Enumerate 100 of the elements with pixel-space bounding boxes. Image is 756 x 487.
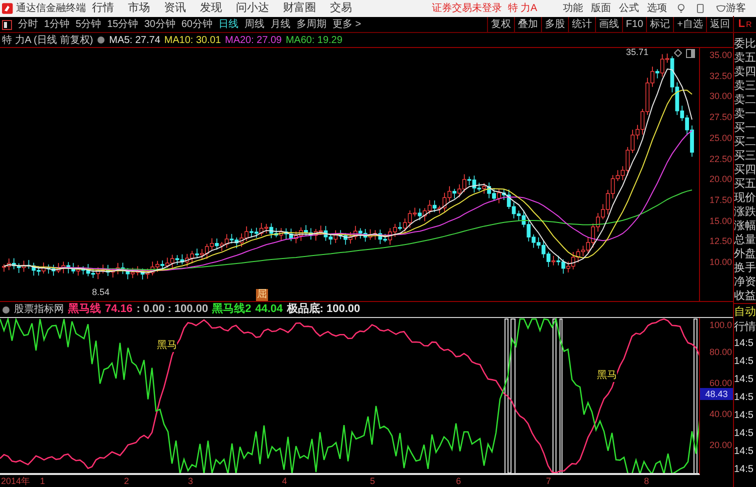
quote-field-label: 净资 — [734, 275, 756, 289]
tick-time: 14:5 — [734, 445, 754, 459]
time-axis-label: 2 — [124, 475, 130, 487]
price-axis-label: 12.50 — [709, 236, 732, 246]
price-axis-label: 27.50 — [709, 112, 732, 122]
indicator-reading: 黑马线2 — [212, 302, 252, 318]
brand-letter: L — [738, 17, 745, 32]
stock-name: 特 力A — [508, 4, 538, 14]
signal-label: 黑马 — [157, 340, 177, 352]
quote-field-label: 涨跌 — [734, 205, 756, 219]
period-tab[interactable]: 30分钟 — [144, 17, 176, 32]
tick-time: 14:5 — [734, 391, 754, 405]
period-tab[interactable]: 月线 — [270, 17, 290, 32]
time-axis-label: 7 — [546, 475, 552, 487]
period-tab[interactable]: 15分钟 — [107, 17, 138, 32]
price-axis-label: 35.00 — [709, 50, 732, 60]
time-axis-label: 5 — [370, 475, 376, 487]
tool-button[interactable]: 复权 — [486, 17, 514, 32]
panel-toggle-icon[interactable] — [2, 20, 12, 30]
time-axis-label: 3 — [188, 475, 194, 487]
tool-button[interactable]: +自选 — [673, 17, 706, 32]
tool-button[interactable]: 多股 — [540, 17, 568, 32]
quote-field-label: 卖五 — [734, 51, 756, 65]
period-tab[interactable]: 1分钟 — [44, 17, 70, 32]
price-axis-label: 17.50 — [709, 194, 732, 205]
quote-field-label: 卖三 — [734, 79, 756, 93]
indicator-axis-label: 80.00 — [709, 347, 732, 357]
period-tab[interactable]: 多周期 — [296, 17, 326, 32]
tool-button[interactable]: 返回 — [706, 17, 733, 32]
settings-icon[interactable] — [2, 306, 10, 314]
indicator-axis-label: 100.0 — [709, 320, 732, 330]
price-axis-label: 22.50 — [709, 154, 732, 164]
menu-item[interactable]: 行情 — [92, 3, 114, 14]
price-axis-label: 15.00 — [709, 216, 732, 226]
period-tab[interactable]: 5分钟 — [76, 17, 102, 32]
menu-item[interactable]: 交易 — [330, 3, 352, 14]
menu-item[interactable]: 版面 — [591, 4, 612, 14]
ma-reading: MA20: 27.09 — [225, 34, 282, 48]
tool-button[interactable]: 统计 — [568, 17, 595, 32]
auto-label: 自动 — [734, 303, 756, 319]
stock-title: 特 力A (日线 前复权) — [2, 34, 94, 48]
menu-item[interactable]: 资讯 — [164, 3, 186, 14]
user-label[interactable]: 游客 — [726, 4, 746, 14]
quote-field-label: 涨幅 — [734, 219, 756, 233]
price-axis-label: 20.00 — [709, 174, 732, 184]
quote-field-label: 委比 — [734, 37, 756, 51]
time-axis-label: 2014年 — [1, 475, 30, 487]
period-tab[interactable]: 更多 > — [332, 17, 362, 32]
menu-item[interactable]: 市场 — [128, 3, 150, 14]
menu-item[interactable]: 选项 — [647, 4, 668, 14]
current-value-label: 48.43 — [700, 388, 733, 400]
period-tab[interactable]: 60分钟 — [181, 17, 212, 32]
quote-field-label: 卖二 — [734, 93, 756, 107]
tool-button[interactable]: 标记 — [646, 17, 674, 32]
tool-button[interactable]: 叠加 — [514, 17, 541, 32]
menu-item[interactable]: 财富圈 — [282, 3, 316, 14]
indicator-reading: 极品底: 100.00 — [286, 302, 360, 318]
time-axis-label: 8 — [644, 475, 650, 487]
bulb-icon[interactable] — [677, 3, 686, 14]
price-axis-label: 30.00 — [709, 91, 732, 102]
quote-field-label: 卖一 — [734, 107, 756, 121]
indicator-reading: 44.04 — [255, 302, 283, 318]
quote-field-label: 换手 — [734, 261, 756, 275]
indicator-axis-label: 60.00 — [709, 378, 732, 388]
price-axis-label: 32.50 — [709, 70, 732, 81]
period-tab[interactable]: 分时 — [18, 17, 38, 32]
quote-field-label: 买二 — [734, 135, 756, 149]
period-tab[interactable]: 周线 — [244, 17, 264, 32]
login-notice: 证券交易未登录 — [432, 4, 502, 14]
ma-reading: MA60: 19.29 — [286, 34, 342, 48]
indicator-source: 股票指标网 — [14, 302, 64, 317]
price-axis-label: 10.00 — [709, 257, 732, 267]
tick-time: 14:5 — [734, 373, 754, 387]
panel-icon[interactable] — [686, 49, 695, 58]
quote-field-label: 买一 — [734, 121, 756, 135]
menu-item[interactable]: 功能 — [563, 4, 584, 14]
quote-field-label: 买五 — [734, 177, 756, 191]
menu-item[interactable]: 问小达 — [236, 3, 269, 14]
tick-time: 14:5 — [734, 337, 754, 351]
menu-item[interactable]: 发现 — [200, 3, 222, 14]
phone-icon[interactable] — [697, 3, 704, 14]
app-title: 通达信金融终端 — [16, 4, 87, 14]
settings-icon[interactable] — [97, 36, 106, 44]
ma-reading: MA5: 27.74 — [109, 34, 160, 48]
period-tab[interactable]: 日线 — [218, 17, 238, 32]
low-price-label: 8.54 — [92, 286, 110, 299]
indicator-reading: 74.16 — [105, 302, 133, 318]
quote-field-label: 现价 — [734, 191, 756, 205]
indicator-axis-label: 40.00 — [709, 409, 732, 419]
tool-button[interactable]: 画线 — [594, 17, 622, 32]
tool-button[interactable]: F10 — [622, 17, 646, 32]
mask-icon[interactable] — [716, 4, 726, 13]
time-axis-label: 6 — [456, 475, 462, 487]
quote-label: 行情 — [734, 320, 756, 335]
menu-item[interactable]: 公式 — [619, 4, 640, 14]
logo-icon — [2, 2, 13, 15]
tick-time: 14:5 — [734, 427, 754, 441]
brand-letter: R — [746, 18, 752, 30]
diamond-icon[interactable] — [674, 49, 682, 57]
quote-field-label: 卖四 — [734, 65, 756, 79]
